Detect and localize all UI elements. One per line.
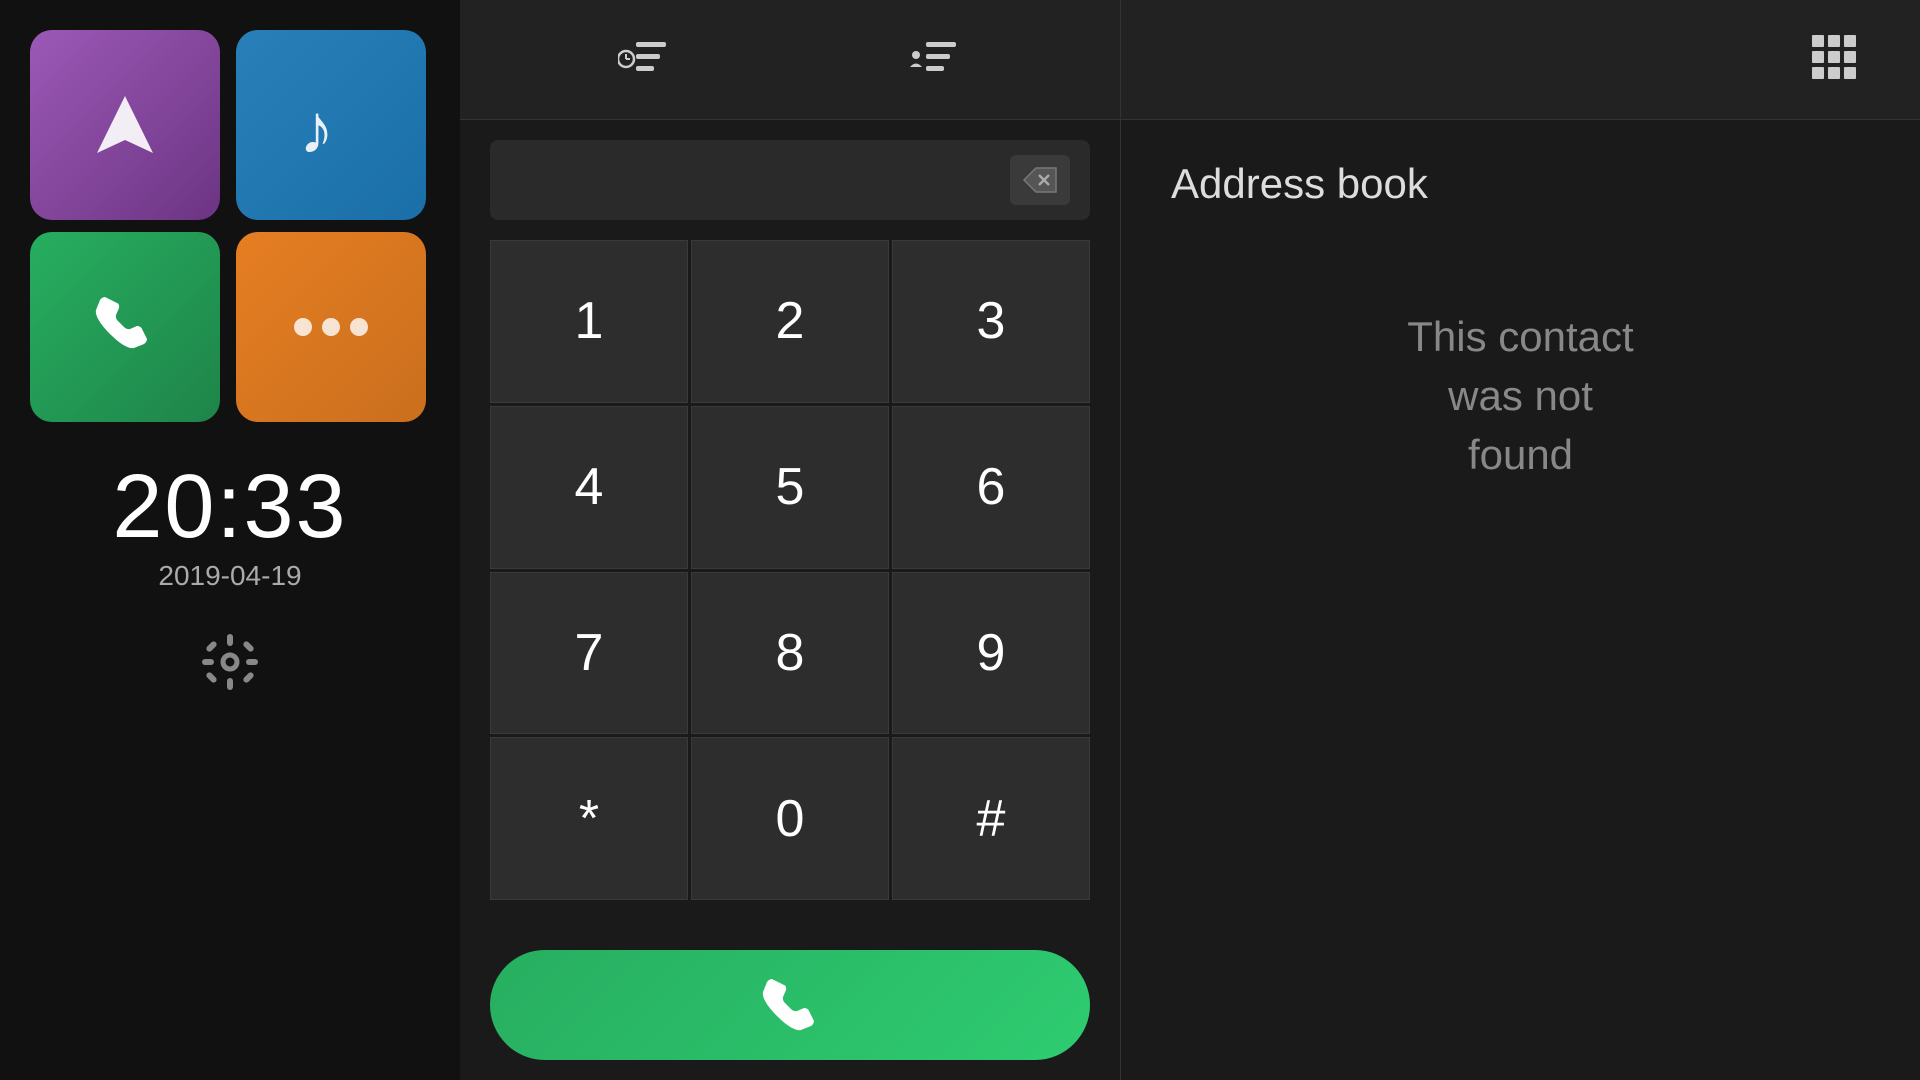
right-top-nav xyxy=(1120,0,1920,120)
recent-calls-icon xyxy=(618,32,673,87)
app-tile-navigation[interactable] xyxy=(30,30,220,220)
call-button-wrap xyxy=(460,930,1120,1080)
key-hash[interactable]: # xyxy=(892,737,1090,900)
key-8[interactable]: 8 xyxy=(691,572,889,735)
not-found-message: This contactwas notfound xyxy=(1407,308,1633,484)
key-star[interactable]: * xyxy=(490,737,688,900)
key-2[interactable]: 2 xyxy=(691,240,889,403)
key-1[interactable]: 1 xyxy=(490,240,688,403)
key-7[interactable]: 7 xyxy=(490,572,688,735)
grid-icon xyxy=(1808,31,1860,83)
address-book-title: Address book xyxy=(1171,160,1870,208)
dialpad-grid-button[interactable] xyxy=(1788,21,1880,98)
key-9[interactable]: 9 xyxy=(892,572,1090,735)
key-4[interactable]: 4 xyxy=(490,406,688,569)
address-book-section: Address book This contactwas notfound xyxy=(1120,120,1920,1080)
backspace-button[interactable] xyxy=(1010,155,1070,205)
call-button[interactable] xyxy=(490,950,1090,1060)
clock-date: 2019-04-19 xyxy=(112,560,347,592)
more-dots-icon xyxy=(294,318,368,336)
recent-calls-button[interactable] xyxy=(598,22,693,97)
dialer-section: 1 2 3 4 5 6 7 8 9 * 0 # xyxy=(460,120,1120,930)
key-5[interactable]: 5 xyxy=(691,406,889,569)
backspace-icon xyxy=(1022,166,1058,194)
key-0[interactable]: 0 xyxy=(691,737,889,900)
app-tile-music[interactable]: ♪ xyxy=(236,30,426,220)
key-6[interactable]: 6 xyxy=(892,406,1090,569)
clock-section: 20:33 2019-04-19 xyxy=(112,462,347,592)
address-book-content: This contactwas notfound xyxy=(1171,308,1870,484)
dialer-display xyxy=(490,140,1090,220)
keypad-grid: 1 2 3 4 5 6 7 8 9 * 0 # xyxy=(490,240,1090,900)
gear-icon xyxy=(200,632,260,692)
svg-text:♪: ♪ xyxy=(299,90,334,163)
middle-panel: 1 2 3 4 5 6 7 8 9 * 0 # xyxy=(460,0,1120,1080)
app-tile-phone[interactable] xyxy=(30,232,220,422)
app-grid: ♪ xyxy=(0,0,460,442)
music-icon: ♪ xyxy=(294,88,369,163)
clock-time: 20:33 xyxy=(112,462,347,552)
left-panel: ♪ 20:33 2019-04-19 xyxy=(0,0,460,1080)
contacts-button[interactable] xyxy=(888,22,983,97)
contacts-icon xyxy=(908,32,963,87)
call-phone-icon xyxy=(760,975,820,1035)
navigation-icon xyxy=(88,88,163,163)
phone-icon-tile xyxy=(90,292,160,362)
right-panel: Address book This contactwas notfound xyxy=(1120,0,1920,1080)
settings-button[interactable] xyxy=(200,632,260,697)
dialer-top-nav xyxy=(460,0,1120,120)
app-tile-more[interactable] xyxy=(236,232,426,422)
key-3[interactable]: 3 xyxy=(892,240,1090,403)
